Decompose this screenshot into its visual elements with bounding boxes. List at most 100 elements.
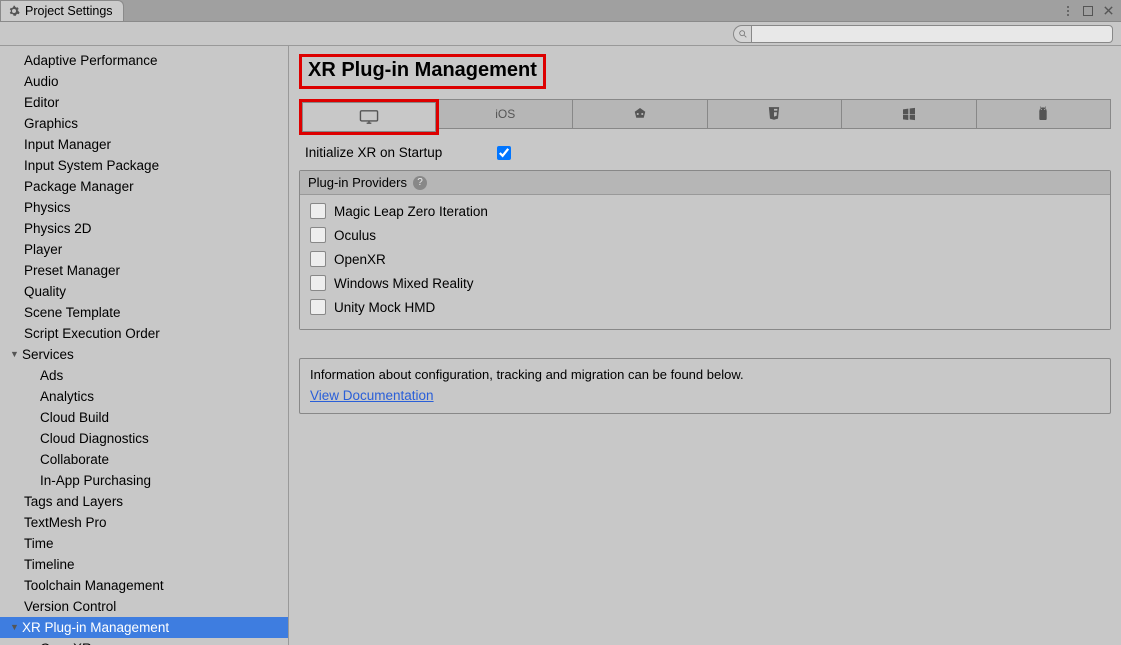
provider-checkbox[interactable] bbox=[310, 299, 326, 315]
sidebar-item-preset-manager[interactable]: Preset Manager bbox=[0, 260, 288, 281]
sidebar-item-label: Audio bbox=[24, 72, 59, 91]
search-input[interactable] bbox=[751, 25, 1113, 43]
sidebar-item-label: Physics 2D bbox=[24, 219, 92, 238]
sidebar-item-in-app-purchasing[interactable]: In-App Purchasing bbox=[0, 470, 288, 491]
windows-icon bbox=[901, 106, 917, 122]
sidebar-item-label: Package Manager bbox=[24, 177, 134, 196]
provider-label: Windows Mixed Reality bbox=[334, 276, 474, 291]
sidebar-item-label: Version Control bbox=[24, 597, 116, 616]
platform-tab-html5[interactable] bbox=[708, 99, 843, 129]
kebab-icon[interactable] bbox=[1061, 4, 1075, 18]
platform-tab-ios[interactable]: iOS bbox=[439, 99, 574, 129]
sidebar-item-label: Editor bbox=[24, 93, 59, 112]
platform-tab-android[interactable] bbox=[977, 99, 1112, 129]
sidebar-item-label: Input System Package bbox=[24, 156, 159, 175]
provider-checkbox[interactable] bbox=[310, 227, 326, 243]
sidebar-item-xr-plug-in-management[interactable]: ▼XR Plug-in Management bbox=[0, 617, 288, 638]
chevron-down-icon: ▼ bbox=[10, 618, 22, 637]
platform-tab-label: iOS bbox=[495, 107, 515, 121]
sidebar-item-label: Cloud Build bbox=[40, 408, 109, 427]
sidebar-item-cloud-diagnostics[interactable]: Cloud Diagnostics bbox=[0, 428, 288, 449]
sidebar-item-player[interactable]: Player bbox=[0, 239, 288, 260]
sidebar-item-label: Graphics bbox=[24, 114, 78, 133]
init-xr-checkbox[interactable] bbox=[497, 146, 511, 160]
sidebar-item-input-manager[interactable]: Input Manager bbox=[0, 134, 288, 155]
sidebar-item-audio[interactable]: Audio bbox=[0, 71, 288, 92]
provider-label: Unity Mock HMD bbox=[334, 300, 435, 315]
sidebar-item-label: XR Plug-in Management bbox=[22, 618, 169, 637]
android-icon bbox=[1036, 106, 1050, 122]
provider-checkbox[interactable] bbox=[310, 203, 326, 219]
sidebar-item-time[interactable]: Time bbox=[0, 533, 288, 554]
platform-tab-webgl[interactable] bbox=[573, 99, 708, 129]
platform-tab-windows[interactable] bbox=[842, 99, 977, 129]
sidebar-item-label: Input Manager bbox=[24, 135, 111, 154]
sidebar-item-services[interactable]: ▼Services bbox=[0, 344, 288, 365]
window-tab-bar: Project Settings bbox=[0, 0, 1121, 22]
sidebar-item-collaborate[interactable]: Collaborate bbox=[0, 449, 288, 470]
title-highlight: XR Plug-in Management bbox=[299, 54, 546, 89]
sidebar-item-toolchain-management[interactable]: Toolchain Management bbox=[0, 575, 288, 596]
sidebar-item-tags-and-layers[interactable]: Tags and Layers bbox=[0, 491, 288, 512]
sidebar-item-graphics[interactable]: Graphics bbox=[0, 113, 288, 134]
sidebar-item-adaptive-performance[interactable]: Adaptive Performance bbox=[0, 50, 288, 71]
window-controls bbox=[1061, 0, 1121, 21]
sidebar-item-ads[interactable]: Ads bbox=[0, 365, 288, 386]
search-row bbox=[0, 22, 1121, 46]
sidebar-item-label: Adaptive Performance bbox=[24, 51, 158, 70]
sidebar-item-editor[interactable]: Editor bbox=[0, 92, 288, 113]
sidebar-item-label: Time bbox=[24, 534, 54, 553]
sidebar-item-package-manager[interactable]: Package Manager bbox=[0, 176, 288, 197]
providers-box: Plug-in Providers ? Magic Leap Zero Iter… bbox=[299, 170, 1111, 330]
sidebar-item-label: OpenXR bbox=[40, 639, 92, 645]
sidebar-item-quality[interactable]: Quality bbox=[0, 281, 288, 302]
close-icon[interactable] bbox=[1101, 4, 1115, 18]
sidebar-item-label: Analytics bbox=[40, 387, 94, 406]
html5-icon bbox=[767, 106, 781, 122]
window-tab-project-settings[interactable]: Project Settings bbox=[0, 0, 124, 21]
sidebar-item-timeline[interactable]: Timeline bbox=[0, 554, 288, 575]
sidebar-item-analytics[interactable]: Analytics bbox=[0, 386, 288, 407]
sidebar-item-input-system-package[interactable]: Input System Package bbox=[0, 155, 288, 176]
provider-row-unity-mock-hmd: Unity Mock HMD bbox=[306, 295, 1104, 319]
init-xr-row: Initialize XR on Startup bbox=[299, 143, 1111, 170]
platform-tab-standalone[interactable] bbox=[302, 102, 436, 132]
maximize-icon[interactable] bbox=[1081, 4, 1095, 18]
init-xr-label: Initialize XR on Startup bbox=[305, 145, 485, 160]
sidebar-item-openxr[interactable]: OpenXR bbox=[0, 638, 288, 645]
sidebar-item-script-execution-order[interactable]: Script Execution Order bbox=[0, 323, 288, 344]
providers-list: Magic Leap Zero IterationOculusOpenXRWin… bbox=[300, 195, 1110, 329]
sidebar-item-label: Services bbox=[22, 345, 74, 364]
provider-row-oculus: Oculus bbox=[306, 223, 1104, 247]
sidebar-item-label: Toolchain Management bbox=[24, 576, 164, 595]
provider-checkbox[interactable] bbox=[310, 275, 326, 291]
sidebar-item-physics[interactable]: Physics bbox=[0, 197, 288, 218]
help-icon[interactable]: ? bbox=[413, 176, 427, 190]
sidebar-item-label: Ads bbox=[40, 366, 63, 385]
sidebar-item-label: Cloud Diagnostics bbox=[40, 429, 149, 448]
sidebar-item-textmesh-pro[interactable]: TextMesh Pro bbox=[0, 512, 288, 533]
page-title: XR Plug-in Management bbox=[308, 59, 537, 82]
search-icon bbox=[733, 25, 751, 43]
sidebar-item-physics-2d[interactable]: Physics 2D bbox=[0, 218, 288, 239]
info-box: Information about configuration, trackin… bbox=[299, 358, 1111, 414]
providers-header: Plug-in Providers ? bbox=[300, 171, 1110, 195]
sidebar-item-label: Preset Manager bbox=[24, 261, 120, 280]
provider-checkbox[interactable] bbox=[310, 251, 326, 267]
provider-label: OpenXR bbox=[334, 252, 386, 267]
provider-row-windows-mixed-reality: Windows Mixed Reality bbox=[306, 271, 1104, 295]
sidebar-item-cloud-build[interactable]: Cloud Build bbox=[0, 407, 288, 428]
search-field[interactable] bbox=[733, 25, 1113, 43]
sidebar-item-version-control[interactable]: Version Control bbox=[0, 596, 288, 617]
sidebar-item-label: Timeline bbox=[24, 555, 75, 574]
sidebar-item-label: TextMesh Pro bbox=[24, 513, 107, 532]
view-documentation-link[interactable]: View Documentation bbox=[310, 388, 434, 403]
window-tab-label: Project Settings bbox=[25, 4, 113, 18]
sidebar-item-label: Tags and Layers bbox=[24, 492, 123, 511]
sidebar-item-scene-template[interactable]: Scene Template bbox=[0, 302, 288, 323]
sidebar-item-label: Script Execution Order bbox=[24, 324, 160, 343]
provider-label: Oculus bbox=[334, 228, 376, 243]
monitor-icon bbox=[359, 110, 379, 124]
chevron-down-icon: ▼ bbox=[10, 345, 22, 364]
gamepad-icon bbox=[631, 107, 649, 121]
